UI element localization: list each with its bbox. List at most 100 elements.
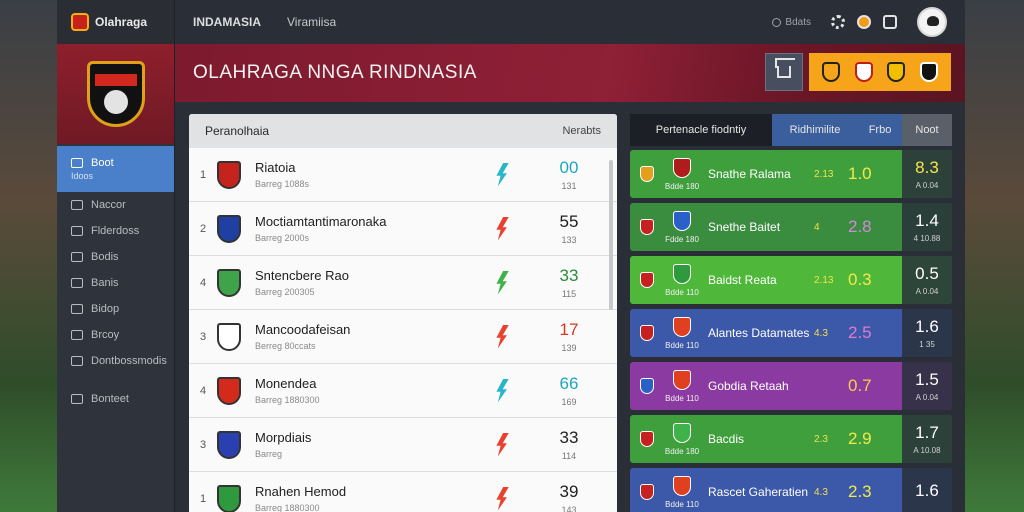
match-row[interactable]: Bdde 180 Bacdis 2.3 2.9 1.7 A 10.08 [630, 415, 952, 463]
match-big-value: 1.4 [915, 211, 939, 230]
team-score-sub: 114 [561, 451, 577, 461]
home-icon [777, 66, 791, 78]
notification-icon[interactable] [857, 15, 871, 29]
sidebar: Olahraga Boot Idoos Naccor Flderdoss Bod… [57, 0, 175, 512]
sidebar-item-label: Banis [91, 277, 119, 289]
sidebar-item-sublabel: Idoos [71, 171, 94, 181]
tab-matches-2[interactable]: Ridhimilite [772, 114, 858, 146]
match-right-odds[interactable]: 1.4 4 10.88 [902, 203, 952, 251]
match-mini-odds: 2.13 [814, 274, 834, 286]
match-odds[interactable]: 2.3 [848, 482, 888, 502]
team-score-sub: 131 [561, 181, 577, 191]
sidebar-item-boot[interactable]: Boot Idoos [57, 146, 174, 192]
tab-indamasia[interactable]: INDAMASIA [193, 15, 261, 29]
sidebar-item-banis[interactable]: Banis [57, 270, 174, 296]
sidebar-item-flderdoss[interactable]: Flderdoss [57, 218, 174, 244]
match-right-odds[interactable]: 1.7 A 10.08 [902, 415, 952, 463]
sidebar-item-bidop[interactable]: Bidop [57, 296, 174, 322]
team-score: 33 [559, 428, 579, 447]
team-score: 66 [559, 374, 579, 393]
match-row[interactable]: Bdde 110 Baidst Reata 2.13 0.3 0.5 A 0.0… [630, 256, 952, 304]
sidebar-item-bodis[interactable]: Bodis [57, 244, 174, 270]
match-mini-odds: 4.3 [814, 486, 828, 498]
match-small-value: A 0.04 [915, 393, 939, 402]
search-input[interactable]: Bdats [772, 17, 811, 28]
match-small-value: A 0.04 [915, 181, 939, 190]
match-row[interactable]: Bdde 110 Alantes Datamates 4.3 2.5 1.6 1… [630, 309, 952, 357]
avatar[interactable] [917, 7, 947, 37]
club-badge-icon[interactable] [854, 62, 873, 82]
team-score-sub: 169 [561, 397, 577, 407]
trend-icon [496, 432, 509, 457]
home-team-badge-icon [640, 431, 654, 447]
match-row[interactable]: Bdde 180 Snathe Ralama 2.13 1.0 8.3 A 0.… [630, 150, 952, 198]
shield-icon[interactable] [883, 15, 897, 29]
match-mini-odds: 2.13 [814, 168, 834, 180]
match-row[interactable]: Bdde 110 Rascet Gaheratien 4.3 2.3 1.6 [630, 468, 952, 512]
page-banner: OLAHRAGA NNGA RINDNASIA [175, 44, 965, 102]
match-row[interactable]: Fdde 180 Snethe Baitet 4 2.8 1.4 4 10.88 [630, 203, 952, 251]
away-team-badge-icon [673, 475, 691, 496]
match-odds[interactable]: 1.0 [848, 164, 888, 184]
match-right-odds[interactable]: 1.6 [902, 468, 952, 512]
match-row[interactable]: Bdde 110 Gobdia Retaah 0.7 1.5 A 0.04 [630, 362, 952, 410]
table-row[interactable]: 2 Moctiamtantimaronaka Barreg 2000s 55 1… [189, 202, 617, 256]
table-row[interactable]: 4 Sntencbere Rao Barreg 200305 33 115 [189, 256, 617, 310]
tab-matches-3[interactable]: Frbo [858, 114, 902, 146]
away-team-badge-icon [673, 210, 691, 231]
match-odds[interactable]: 2.8 [848, 217, 888, 237]
scrollbar[interactable] [609, 160, 613, 310]
team-score: 00 [559, 158, 579, 177]
team-name: Rnahen Hemod [255, 484, 347, 499]
club-badge-icon[interactable] [822, 62, 841, 82]
gear-icon [71, 200, 83, 210]
trend-icon [496, 486, 509, 511]
match-right-odds[interactable]: 8.3 A 0.04 [902, 150, 952, 198]
standings-column-header[interactable]: Nerabts [562, 125, 601, 137]
team-subtitle: Barreg 1880300 [255, 503, 320, 512]
sidebar-item-label: Bidop [91, 303, 120, 315]
app-window: Olahraga Boot Idoos Naccor Flderdoss Bod… [57, 0, 965, 512]
club-badge-icon[interactable] [887, 62, 906, 82]
table-row[interactable]: 1 Rnahen Hemod Barreg 1880300 39 143 [189, 472, 617, 512]
settings-gear-icon[interactable] [831, 15, 845, 29]
match-odds[interactable]: 0.3 [848, 270, 888, 290]
match-name: Alantes Datamates [708, 326, 810, 340]
table-row[interactable]: 3 Morpdiais Barreg 33 114 [189, 418, 617, 472]
match-odds[interactable]: 2.9 [848, 429, 888, 449]
match-name: Bacdis [708, 432, 745, 446]
team-crest-icon [217, 376, 241, 405]
match-name: Snathe Ralama [708, 167, 791, 181]
table-row[interactable]: 3 Mancoodafeisan Berreg 80ccats 17 139 [189, 310, 617, 364]
match-right-odds[interactable]: 1.5 A 0.04 [902, 362, 952, 410]
match-meta: Bdde 180 [664, 446, 700, 456]
home-team-badge-icon [640, 484, 654, 500]
sidebar-item-bonteet[interactable]: Bonteet [57, 386, 174, 412]
team-name: Monendea [255, 376, 317, 391]
tab-matches-4[interactable]: Noot [902, 114, 952, 146]
sidebar-item-naccor[interactable]: Naccor [57, 192, 174, 218]
home-button[interactable] [765, 53, 803, 91]
match-odds[interactable]: 2.5 [848, 323, 888, 343]
match-meta: Bdde 110 [665, 340, 699, 350]
club-badge-icon[interactable] [919, 62, 938, 82]
match-right-odds[interactable]: 0.5 A 0.04 [902, 256, 952, 304]
sidebar-item-label: Bonteet [91, 393, 129, 405]
table-row[interactable]: 4 Monendea Barreg 1880300 66 169 [189, 364, 617, 418]
match-big-value: 0.5 [915, 264, 939, 283]
match-small-value: 1 35 [919, 340, 935, 349]
team-score-sub: 139 [561, 343, 577, 353]
match-odds[interactable]: 0.7 [848, 376, 888, 396]
table-row[interactable]: 1 Riatoia Barreg 1088s 00 131 [189, 148, 617, 202]
team-score-sub: 115 [561, 289, 577, 299]
team-subtitle: Barreg 2000s [255, 233, 310, 243]
sidebar-item-dontbossmodis[interactable]: Dontbossmodis [57, 348, 174, 374]
brand[interactable]: Olahraga [57, 0, 174, 44]
rank: 1 [199, 168, 207, 181]
tab-viramiisa[interactable]: Viramiisa [287, 15, 336, 29]
match-right-odds[interactable]: 1.6 1 35 [902, 309, 952, 357]
team-crest-icon [217, 268, 241, 297]
tab-matches-1[interactable]: Pertenacle fiodntiy [630, 114, 772, 146]
match-small-value: A 10.08 [913, 446, 941, 455]
sidebar-item-brcoy[interactable]: Brcoy [57, 322, 174, 348]
